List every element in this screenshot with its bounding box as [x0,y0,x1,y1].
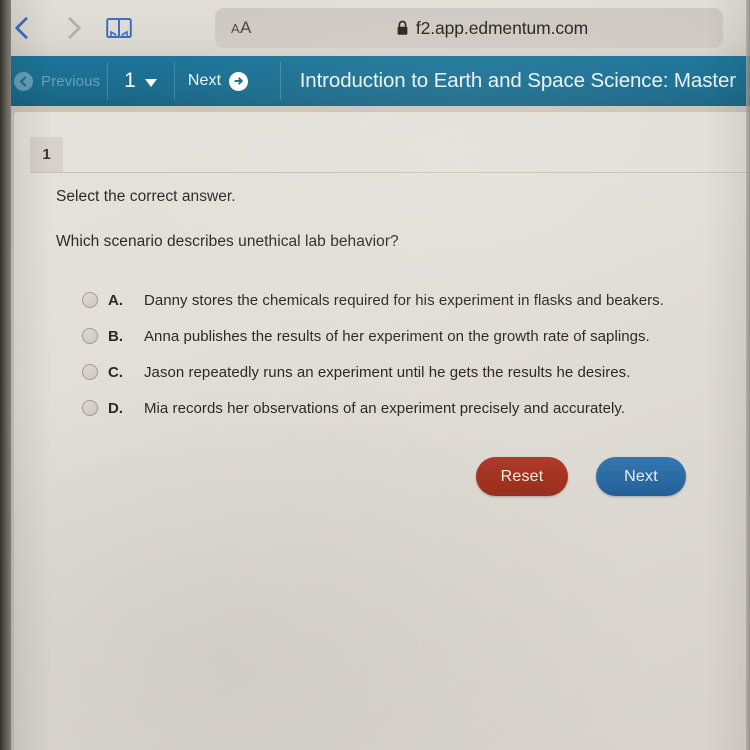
question-text: Which scenario describes unethical lab b… [56,233,399,250]
lock-icon [397,20,408,35]
next-button[interactable]: Next [596,457,686,496]
answer-option-c[interactable]: C. Jason repeatedly runs an experiment u… [82,354,730,390]
radio-button-d[interactable] [82,400,98,416]
answer-options-list: A. Danny stores the chemicals required f… [82,282,730,426]
option-letter-b: B. [108,327,123,345]
instruction-text: Select the correct answer. [56,188,236,205]
option-letter-d: D. [108,399,123,417]
option-text-d: Mia records her observations of an exper… [144,399,626,417]
screen-bezel-left [0,0,11,750]
previous-label: Previous [41,72,101,90]
reset-button[interactable]: Reset [476,457,568,496]
chevron-down-icon [144,79,157,87]
assessment-content: 1 Select the correct answer. Which scena… [14,112,750,750]
option-letter-a: A. [108,291,123,309]
next-page-label: Next [187,72,222,89]
option-text-c: Jason repeatedly runs an experiment unti… [144,363,631,381]
address-bar[interactable]: AAAA f2.app.edmentum.com [215,8,723,48]
option-text-a: Danny stores the chemicals required for … [144,291,664,309]
tab-divider [30,172,750,173]
chevron-left-icon [16,16,30,40]
bookmarks-button[interactable] [96,5,142,51]
forward-button[interactable] [46,5,92,51]
course-navigation-bar: Previous 1 Next Introduction to Earth an… [0,56,750,106]
radio-button-a[interactable] [82,292,98,308]
chevron-right-icon [62,16,76,40]
answer-option-d[interactable]: D. Mia records her observations of an ex… [82,390,730,426]
previous-button[interactable]: Previous [0,56,107,106]
device-screen: AAAA f2.app.edmentum.com Previous 1 [0,0,750,750]
answer-option-b[interactable]: B. Anna publishes the results of her exp… [82,318,730,354]
course-title-container: Introduction to Earth and Space Science:… [279,56,750,106]
screen-bezel-right [746,0,750,750]
page-number: 1 [124,69,136,92]
book-icon [106,18,132,38]
arrow-left-circle-icon [14,71,33,91]
next-page-button[interactable]: Next [173,56,280,106]
question-number-tab[interactable]: 1 [30,137,63,172]
option-text-b: Anna publishes the results of her experi… [144,327,650,345]
page-selector[interactable]: 1 [107,56,174,106]
radio-button-b[interactable] [82,328,98,344]
radio-button-c[interactable] [82,364,98,380]
question-number-label: 1 [42,146,51,163]
action-buttons: Reset Next [476,457,686,496]
option-letter-c: C. [108,363,123,381]
course-title: Introduction to Earth and Space Science:… [299,69,736,92]
url-text: f2.app.edmentum.com [415,17,589,38]
arrow-right-circle-icon [229,71,249,91]
browser-toolbar: AAAA f2.app.edmentum.com [0,0,750,56]
answer-option-a[interactable]: A. Danny stores the chemicals required f… [82,282,730,318]
